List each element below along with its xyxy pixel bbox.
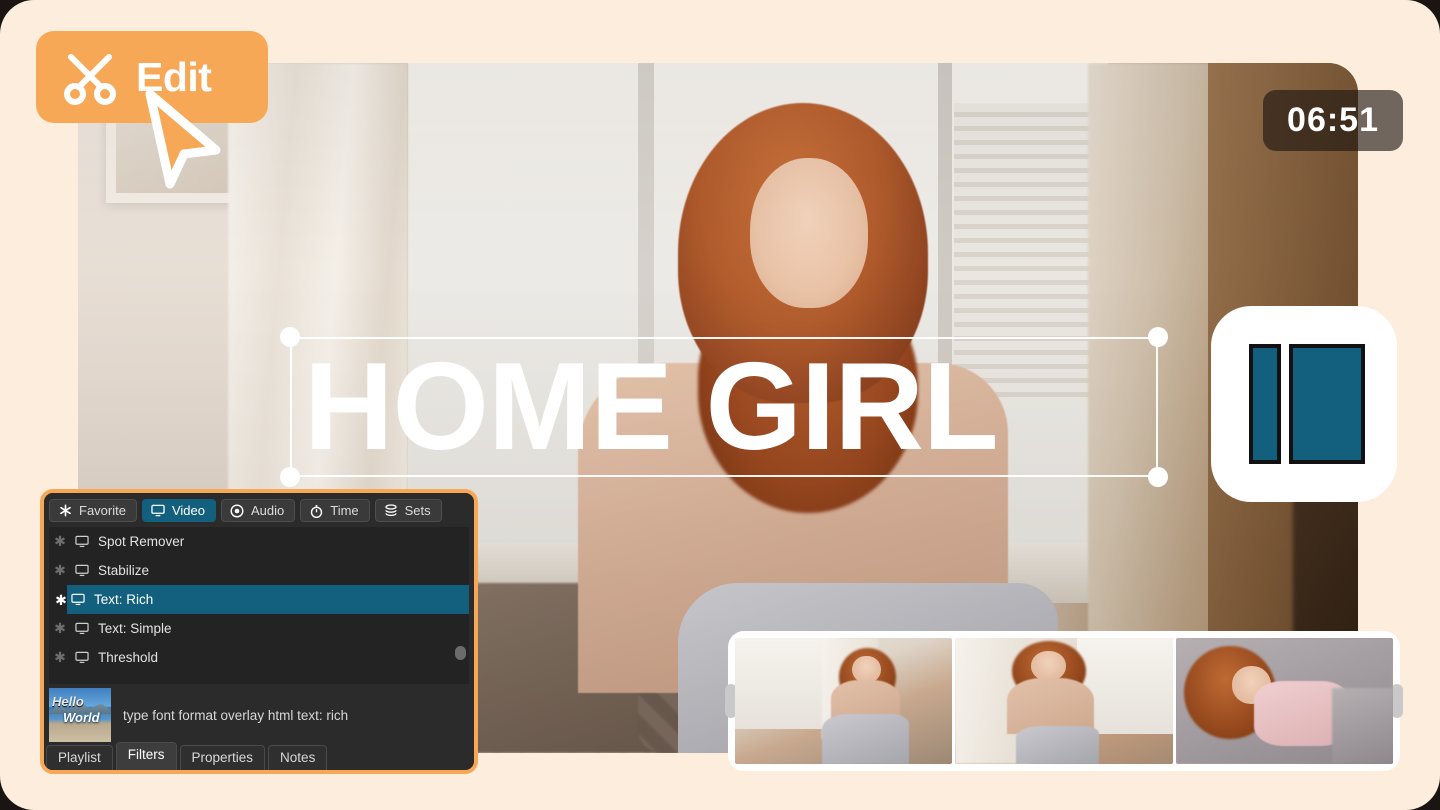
logo-bar-small (1249, 344, 1281, 464)
filmstrip-clips[interactable] (725, 631, 1403, 771)
cursor-arrow-icon (140, 88, 226, 192)
tab-favorite-label: Favorite (79, 503, 126, 518)
tab-audio-label: Audio (250, 503, 285, 518)
filter-list-item[interactable]: ✱ Threshold (49, 643, 469, 672)
stopwatch-icon (309, 504, 324, 518)
screenshot-root: HOME GIRL 06:51 Edit Favorite Video Audi… (0, 0, 1440, 810)
logo-bars (1249, 344, 1365, 464)
filter-preview-description: type font format overlay html text: rich (123, 707, 349, 723)
tab-sets[interactable]: Sets (374, 499, 442, 522)
timecode-badge: 06:51 (1263, 90, 1403, 151)
favorite-star-icon[interactable]: ✱ (53, 562, 67, 579)
monitor-icon (75, 622, 90, 635)
audio-disc-icon (230, 503, 245, 518)
favorite-star-icon[interactable]: ✱ (53, 649, 67, 666)
overlay-title-text[interactable]: HOME GIRL (304, 325, 1164, 489)
resize-handle-top-right[interactable] (1148, 327, 1168, 347)
filmstrip-thumbnail[interactable] (735, 638, 953, 764)
favorite-star-icon[interactable]: ✱ (53, 533, 67, 550)
resize-handle-bottom-right[interactable] (1148, 467, 1168, 487)
monitor-icon (75, 564, 90, 577)
tab-video-label: Video (171, 503, 205, 518)
filters-panel[interactable]: Favorite Video Audio Time Sets ✱ Spot Re… (40, 489, 478, 774)
tab-sets-label: Sets (404, 503, 431, 518)
filter-name: Threshold (98, 650, 159, 665)
favorite-star-icon[interactable]: ✱ (53, 620, 67, 637)
tab-filters[interactable]: Filters (115, 742, 177, 770)
stack-icon (384, 504, 399, 518)
monitor-icon (75, 651, 90, 664)
tab-video[interactable]: Video (141, 499, 216, 522)
tab-favorite[interactable]: Favorite (49, 499, 137, 522)
filter-name: Stabilize (98, 563, 150, 578)
filmstrip-thumbnail[interactable] (955, 638, 1173, 764)
resize-handle-bottom-left[interactable] (280, 467, 300, 487)
filter-name: Text: Simple (98, 621, 172, 636)
filter-list-scrollbar[interactable] (455, 646, 466, 660)
tab-notes[interactable]: Notes (268, 745, 328, 770)
resize-handle-top-left[interactable] (280, 327, 300, 347)
tab-properties[interactable]: Properties (179, 745, 266, 770)
filter-list-item-selected[interactable]: Text: Rich (67, 585, 469, 614)
filter-preview: Hello World type font format overlay htm… (49, 688, 469, 742)
tab-time[interactable]: Time (300, 499, 370, 522)
favorite-star-icon-active[interactable]: ✱ (54, 592, 68, 609)
filter-list-item[interactable]: ✱ Text: Simple (49, 614, 469, 643)
filter-name: Text: Rich (94, 592, 154, 607)
tab-audio[interactable]: Audio (220, 499, 296, 522)
monitor-icon (75, 535, 90, 548)
tab-time-label: Time (330, 503, 359, 518)
filter-list[interactable]: ✱ Spot Remover ✱ Stabilize ✱ Text: Rich … (49, 527, 469, 684)
filter-list-item[interactable]: ✱ Stabilize (49, 556, 469, 585)
filter-name: Spot Remover (98, 534, 185, 549)
monitor-icon (71, 593, 86, 606)
thumbnail-text-line2: World (63, 710, 100, 725)
scissors-icon (62, 49, 118, 105)
tab-playlist[interactable]: Playlist (46, 745, 113, 770)
monitor-icon (151, 504, 166, 518)
logo-bar-large (1289, 344, 1365, 464)
thumbnail-text-line1: Hello (52, 694, 84, 709)
filter-preview-thumbnail: Hello World (49, 688, 111, 742)
shotcut-logo-icon (1211, 306, 1397, 502)
filter-list-item[interactable]: ✱ Spot Remover (49, 527, 469, 556)
asterisk-icon (58, 504, 73, 518)
text-overlay-selection[interactable]: HOME GIRL (280, 327, 1168, 487)
filmstrip-thumbnail[interactable] (1175, 638, 1393, 764)
filter-category-tabs: Favorite Video Audio Time Sets (44, 493, 474, 527)
panel-bottom-tabs: Playlist Filters Properties Notes (44, 742, 474, 770)
